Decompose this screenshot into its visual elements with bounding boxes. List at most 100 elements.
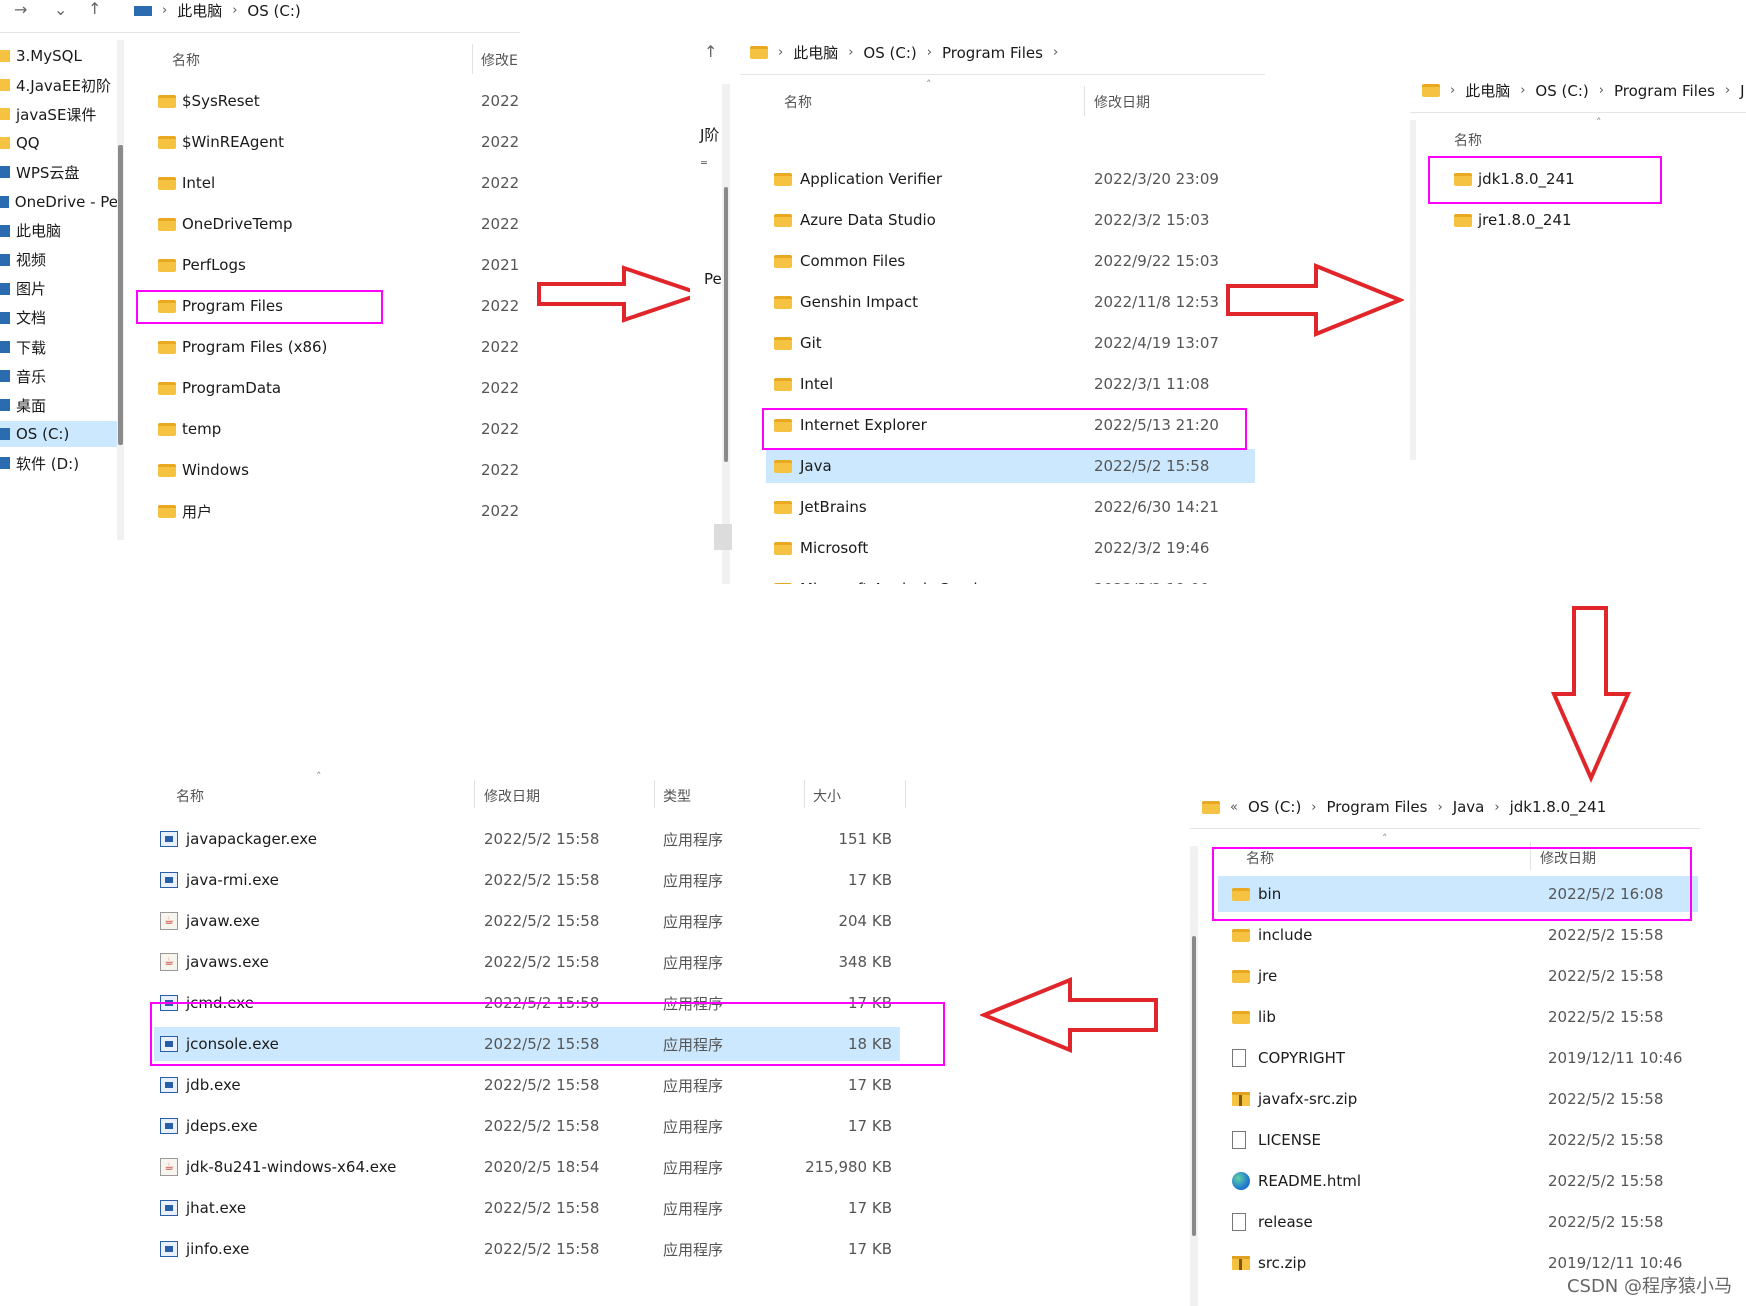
list-item[interactable]: Microsoft 2022/3/2 19:46 <box>766 531 1255 565</box>
column-header-size[interactable]: 大小 <box>813 786 841 806</box>
breadcrumb-item[interactable]: 此电脑 <box>177 0 222 21</box>
list-item[interactable]: PerfLogs 2021, <box>150 250 520 280</box>
list-item[interactable]: Intel 2022, <box>150 168 520 198</box>
list-item[interactable]: ☕ javaws.exe 2022/5/2 15:58 应用程序 348 KB <box>154 945 900 979</box>
folder-icon <box>774 213 792 227</box>
list-item[interactable]: Java 2022/5/2 15:58 <box>766 449 1255 483</box>
scrollbar-thumb[interactable] <box>1192 936 1196 1236</box>
list-item[interactable]: $SysReset 2022, <box>150 86 520 116</box>
sidebar-item[interactable]: OneDrive - Pe <box>0 189 118 215</box>
up-icon[interactable]: ↑ <box>704 42 717 61</box>
item-name: COPYRIGHT <box>1258 1049 1346 1067</box>
list-item[interactable]: Application Verifier 2022/3/20 23:09 <box>766 162 1255 196</box>
sidebar-item[interactable]: WPS云盘 <box>0 159 118 185</box>
item-type: 应用程序 <box>663 1076 724 1095</box>
list-item[interactable]: 用户 2022, <box>150 496 520 526</box>
item-name: Windows <box>182 461 249 479</box>
list-item[interactable]: jre1.8.0_241 <box>1432 205 1732 235</box>
sidebar-item[interactable]: 此电脑 <box>0 218 118 244</box>
scrollbar-thumb[interactable] <box>118 145 123 445</box>
list-item[interactable]: Program Files (x86) 2022, <box>150 332 520 362</box>
breadcrumb-item[interactable]: Program Files <box>1614 82 1715 100</box>
sidebar-item[interactable]: 桌面 <box>0 392 118 418</box>
list-item[interactable]: java-rmi.exe 2022/5/2 15:58 应用程序 17 KB <box>154 863 900 897</box>
forward-icon[interactable]: → <box>14 0 27 19</box>
scrollbar-thumb[interactable] <box>724 187 728 462</box>
list-item[interactable]: Windows 2022, <box>150 455 520 485</box>
breadcrumb-item[interactable]: 此电脑 <box>1465 80 1510 101</box>
list-item[interactable]: jdb.exe 2022/5/2 15:58 应用程序 17 KB <box>154 1068 900 1102</box>
list-item[interactable]: ☕ javaw.exe 2022/5/2 15:58 应用程序 204 KB <box>154 904 900 938</box>
list-item[interactable]: include 2022/5/2 15:58 <box>1218 917 1698 953</box>
list-item[interactable]: OneDriveTemp 2022, <box>150 209 520 239</box>
sidebar-scrollbar[interactable] <box>1190 846 1198 1306</box>
breadcrumb-item[interactable]: Java <box>1453 798 1485 816</box>
java-app-icon: ☕ <box>160 912 178 930</box>
list-item[interactable]: Common Files 2022/9/22 15:03 <box>766 244 1255 278</box>
list-item[interactable]: JetBrains 2022/6/30 14:21 <box>766 490 1255 524</box>
list-item[interactable]: javapackager.exe 2022/5/2 15:58 应用程序 151 KB <box>154 822 900 856</box>
breadcrumb-item[interactable]: OS (C:) <box>1248 798 1301 816</box>
chevron-right-icon: › <box>1052 45 1059 60</box>
list-item[interactable]: lib 2022/5/2 15:58 <box>1218 999 1698 1035</box>
list-item[interactable]: ProgramData 2022, <box>150 373 520 403</box>
item-size: 17 KB <box>848 871 892 889</box>
sidebar-item[interactable]: 音乐 <box>0 363 118 389</box>
sidebar-scrollbar[interactable] <box>1410 120 1416 460</box>
breadcrumb-item[interactable]: J <box>1740 82 1744 100</box>
sidebar-item[interactable]: javaSE课件 <box>0 101 118 127</box>
sidebar-item[interactable]: 图片 <box>0 276 118 302</box>
column-header-name[interactable]: 名称 <box>784 92 812 112</box>
java-app-icon: ☕ <box>160 1158 178 1176</box>
sidebar-item[interactable]: 4.JavaEE初阶 <box>0 72 118 98</box>
sidebar-item[interactable]: 3.MySQL <box>0 43 118 69</box>
list-item[interactable]: jre 2022/5/2 15:58 <box>1218 958 1698 994</box>
column-header-date[interactable]: 修改E <box>481 50 518 70</box>
breadcrumb-item[interactable]: Program Files <box>1327 798 1428 816</box>
list-item[interactable]: Intel 2022/3/1 11:08 <box>766 367 1255 401</box>
list-item[interactable]: release 2022/5/2 15:58 <box>1218 1204 1698 1240</box>
sidebar-item[interactable]: QQ <box>0 130 118 156</box>
column-header-name[interactable]: 名称 <box>176 786 204 806</box>
list-item[interactable]: javafx-src.zip 2022/5/2 15:58 <box>1218 1081 1698 1117</box>
sidebar-item-label: javaSE课件 <box>16 105 97 124</box>
sidebar-item[interactable]: 文档 <box>0 305 118 331</box>
list-item[interactable]: COPYRIGHT 2019/12/11 10:46 <box>1218 1040 1698 1076</box>
list-item[interactable]: Genshin Impact 2022/11/8 12:53 <box>766 285 1255 319</box>
list-item[interactable]: jhat.exe 2022/5/2 15:58 应用程序 17 KB <box>154 1191 900 1225</box>
sidebar-item[interactable]: 软件 (D:) <box>0 450 118 476</box>
breadcrumb-item[interactable]: Program Files <box>942 44 1043 62</box>
item-name: Microsoft <box>800 539 869 557</box>
list-item[interactable]: temp 2022, <box>150 414 520 444</box>
list-item[interactable]: LICENSE 2022/5/2 15:58 <box>1218 1122 1698 1158</box>
highlight-box <box>136 290 383 324</box>
item-size: 17 KB <box>848 1199 892 1217</box>
breadcrumb-item[interactable]: OS (C:) <box>863 44 916 62</box>
column-header-name[interactable]: 名称 <box>172 50 200 70</box>
up-icon[interactable]: ↑ <box>88 0 101 18</box>
list-item[interactable]: Microsoft Analysis Services 2022/3/2 19:0… <box>766 572 1255 584</box>
list-item[interactable]: Azure Data Studio 2022/3/2 15:03 <box>766 203 1255 237</box>
breadcrumb-overflow[interactable]: « <box>1230 800 1238 815</box>
sidebar-item[interactable]: 下载 <box>0 334 118 360</box>
list-item[interactable]: Git 2022/4/19 13:07 <box>766 326 1255 360</box>
sidebar-scrollbar[interactable] <box>714 84 732 584</box>
list-item[interactable]: README.html 2022/5/2 15:58 <box>1218 1163 1698 1199</box>
breadcrumb-item[interactable]: OS (C:) <box>247 2 300 20</box>
list-item[interactable]: ☕ jdk-8u241-windows-x64.exe 2020/2/5 18:54… <box>154 1150 900 1184</box>
column-header-type[interactable]: 类型 <box>663 786 691 806</box>
sidebar-item[interactable]: 视频 <box>0 247 118 273</box>
column-header-date[interactable]: 修改日期 <box>1094 92 1150 112</box>
breadcrumb-item[interactable]: OS (C:) <box>1535 82 1588 100</box>
list-item[interactable]: jdeps.exe 2022/5/2 15:58 应用程序 17 KB <box>154 1109 900 1143</box>
sidebar-item[interactable]: OS (C:) <box>0 421 118 448</box>
column-header-name[interactable]: 名称 <box>1454 130 1482 150</box>
list-item[interactable]: jinfo.exe 2022/5/2 15:58 应用程序 17 KB <box>154 1232 900 1266</box>
chevron-down-icon[interactable]: ⌄ <box>54 0 67 19</box>
column-header-date[interactable]: 修改日期 <box>484 786 540 806</box>
arrow-right-icon <box>537 265 706 323</box>
list-item[interactable]: $WinREAgent 2022, <box>150 127 520 157</box>
breadcrumb-item[interactable]: 此电脑 <box>793 42 838 63</box>
sidebar-scrollbar[interactable] <box>117 40 124 540</box>
breadcrumb-item[interactable]: jdk1.8.0_241 <box>1510 798 1607 816</box>
